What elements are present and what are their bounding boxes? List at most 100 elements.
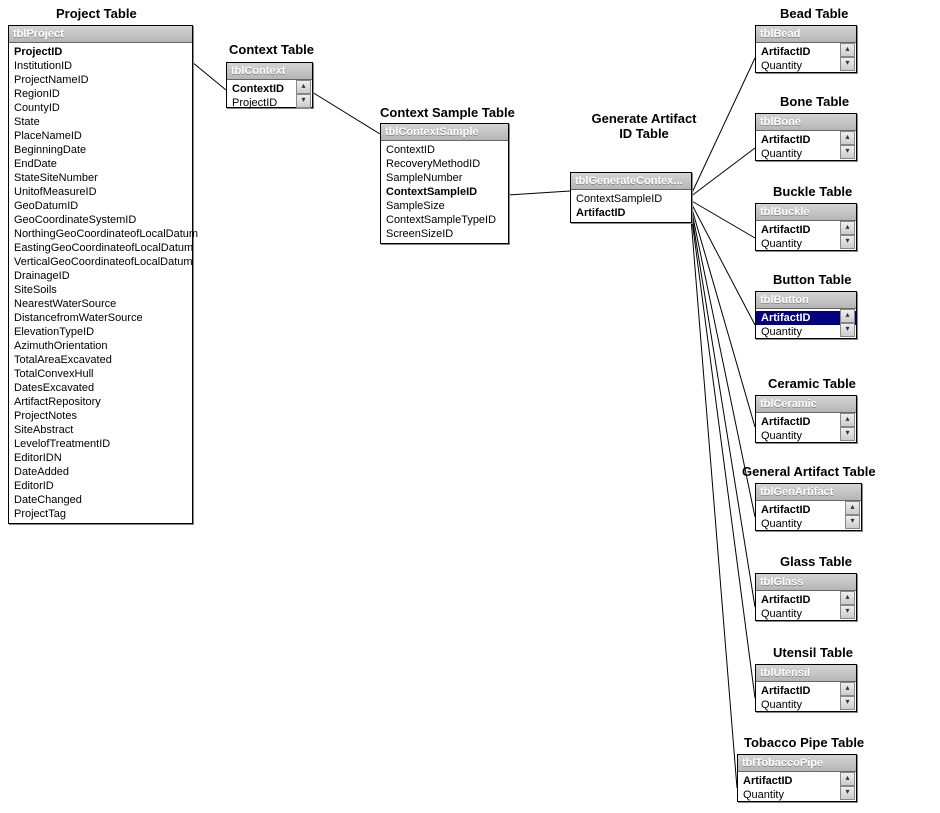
scroll-up-icon[interactable]: ▴ [840,309,855,323]
scroll-down-icon[interactable]: ▾ [840,605,855,619]
field-project-17[interactable]: SiteSoils [9,283,192,297]
field-project-31[interactable]: EditorID [9,479,192,493]
field-project-22[interactable]: TotalAreaExcavated [9,353,192,367]
heading-ceramic: Ceramic Table [768,376,856,391]
table-button[interactable]: tblButton ArtifactIDQuantity ▴▾ [755,291,857,339]
field-project-32[interactable]: DateChanged [9,493,192,507]
field-project-4[interactable]: CountyID [9,101,192,115]
tbl-button-title: tblButton [756,292,856,309]
scroll-up-icon[interactable]: ▴ [840,591,855,605]
field-contextSample-5[interactable]: ContextSampleTypeID [381,213,508,227]
field-project-1[interactable]: InstitutionID [9,59,192,73]
scroll-up-icon[interactable]: ▴ [840,131,855,145]
heading-context: Context Table [229,42,314,57]
scroll-down-icon[interactable]: ▾ [840,145,855,159]
scroll-down-icon[interactable]: ▾ [840,57,855,71]
table-project[interactable]: tblProject ProjectIDInstitutionIDProject… [8,25,193,524]
scroll-down-icon[interactable]: ▾ [840,696,855,710]
field-project-26[interactable]: ProjectNotes [9,409,192,423]
scroll-down-icon[interactable]: ▾ [296,94,311,108]
field-project-19[interactable]: DistancefromWaterSource [9,311,192,325]
scroll-up-icon[interactable]: ▴ [845,501,860,515]
table-tobaccopipe[interactable]: tblTobaccoPipe ArtifactIDQuantity ▴▾ [737,754,857,802]
scroll-up-icon[interactable]: ▴ [840,43,855,57]
field-contextSample-4[interactable]: SampleSize [381,199,508,213]
field-project-0[interactable]: ProjectID [9,45,192,59]
scroll-up-icon[interactable]: ▴ [840,682,855,696]
field-tobaccoPipe-1[interactable]: Quantity [738,788,856,802]
field-contextSample-3[interactable]: ContextSampleID [381,185,508,199]
table-bead[interactable]: tblBead ArtifactIDQuantity ▴▾ [755,25,857,73]
scroll-down-icon[interactable]: ▾ [840,427,855,441]
heading-project: Project Table [56,6,137,21]
heading-generate: Generate Artifact ID Table [584,111,704,141]
heading-contextsample: Context Sample Table [380,105,515,120]
heading-buckle: Buckle Table [773,184,852,199]
field-project-25[interactable]: ArtifactRepository [9,395,192,409]
field-project-6[interactable]: PlaceNameID [9,129,192,143]
field-generate-0[interactable]: ContextSampleID [571,192,691,206]
heading-bead: Bead Table [780,6,848,21]
tbl-genartifact-title: tblGenArtifact [756,484,861,501]
field-project-5[interactable]: State [9,115,192,129]
scroll-down-icon[interactable]: ▾ [845,515,860,529]
field-contextSample-1[interactable]: RecoveryMethodID [381,157,508,171]
scroll-up-icon[interactable]: ▴ [296,80,311,94]
tbl-tobaccopipe-title: tblTobaccoPipe [738,755,856,772]
field-contextSample-0[interactable]: ContextID [381,143,508,157]
tbl-contextsample-title: tblContextSample [381,124,508,141]
heading-utensil: Utensil Table [773,645,853,660]
field-project-14[interactable]: EastingGeoCoordinateofLocalDatum [9,241,192,255]
scroll-down-icon[interactable]: ▾ [840,786,855,800]
table-contextsample[interactable]: tblContextSample ContextIDRecoveryMethod… [380,123,509,244]
heading-glass: Glass Table [780,554,852,569]
field-project-20[interactable]: ElevationTypeID [9,325,192,339]
field-project-33[interactable]: ProjectTag [9,507,192,521]
scroll-up-icon[interactable]: ▴ [840,413,855,427]
tbl-utensil-title: tblUtensil [756,665,856,682]
field-generate-1[interactable]: ArtifactID [571,206,691,220]
tbl-bone-title: tblBone [756,114,856,131]
field-project-29[interactable]: EditorIDN [9,451,192,465]
tbl-glass-title: tblGlass [756,574,856,591]
scroll-down-icon[interactable]: ▾ [840,235,855,249]
table-utensil[interactable]: tblUtensil ArtifactIDQuantity ▴▾ [755,664,857,712]
field-project-13[interactable]: NorthingGeoCoordinateofLocalDatum [9,227,192,241]
table-bone[interactable]: tblBone ArtifactIDQuantity ▴▾ [755,113,857,161]
field-project-30[interactable]: DateAdded [9,465,192,479]
field-project-9[interactable]: StateSiteNumber [9,171,192,185]
table-genartifact[interactable]: tblGenArtifact ArtifactIDQuantity ▴▾ [755,483,862,531]
field-project-3[interactable]: RegionID [9,87,192,101]
tbl-generate-title: tblGenerateContex... [571,173,691,190]
field-project-7[interactable]: BeginningDate [9,143,192,157]
field-project-8[interactable]: EndDate [9,157,192,171]
field-tobaccoPipe-0[interactable]: ArtifactID [738,774,856,788]
table-glass[interactable]: tblGlass ArtifactIDQuantity ▴▾ [755,573,857,621]
field-project-10[interactable]: UnitofMeasureID [9,185,192,199]
scroll-down-icon[interactable]: ▾ [840,323,855,337]
field-project-27[interactable]: SiteAbstract [9,423,192,437]
field-project-2[interactable]: ProjectNameID [9,73,192,87]
table-buckle[interactable]: tblBuckle ArtifactIDQuantity ▴▾ [755,203,857,251]
field-project-23[interactable]: TotalConvexHull [9,367,192,381]
tbl-project-title: tblProject [9,26,192,43]
field-contextSample-6[interactable]: ScreenSizeID [381,227,508,241]
heading-bone: Bone Table [780,94,849,109]
heading-button: Button Table [773,272,851,287]
field-project-28[interactable]: LevelofTreatmentID [9,437,192,451]
field-project-12[interactable]: GeoCoordinateSystemID [9,213,192,227]
scroll-up-icon[interactable]: ▴ [840,221,855,235]
table-generate[interactable]: tblGenerateContex... ContextSampleIDArti… [570,172,692,223]
tbl-buckle-title: tblBuckle [756,204,856,221]
field-project-21[interactable]: AzimuthOrientation [9,339,192,353]
field-project-11[interactable]: GeoDatumID [9,199,192,213]
field-project-15[interactable]: VerticalGeoCoordinateofLocalDatum [9,255,192,269]
table-context[interactable]: tblContext ContextIDProjectID ▴ ▾ [226,62,313,108]
scroll-up-icon[interactable]: ▴ [840,772,855,786]
field-contextSample-2[interactable]: SampleNumber [381,171,508,185]
field-project-24[interactable]: DatesExcavated [9,381,192,395]
tbl-bead-title: tblBead [756,26,856,43]
field-project-16[interactable]: DrainageID [9,269,192,283]
field-project-18[interactable]: NearestWaterSource [9,297,192,311]
table-ceramic[interactable]: tblCeramic ArtifactIDQuantity ▴▾ [755,395,857,443]
